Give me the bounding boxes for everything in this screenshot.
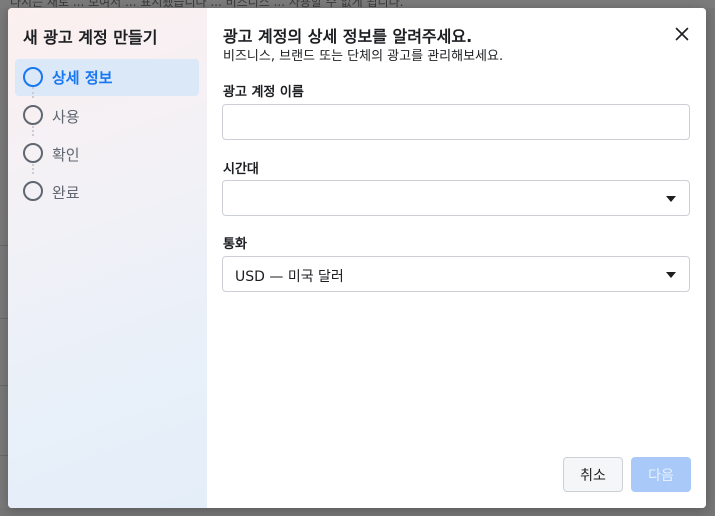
account-name-input[interactable] (223, 105, 689, 139)
step-label: 상세 정보 (52, 69, 113, 87)
page-subtitle: 비즈니스, 브랜드 또는 단체의 광고를 관리해보세요. (223, 49, 504, 64)
step-list: 상세 정보 사용 확인 완료 (15, 59, 199, 211)
step-connector (32, 164, 34, 174)
background-right-edge (706, 8, 715, 508)
caret-down-icon (666, 272, 676, 278)
step-circle-icon (23, 143, 43, 163)
step-details[interactable]: 상세 정보 (15, 59, 199, 96)
step-circle-icon (23, 67, 43, 87)
step-complete[interactable]: 완료 (15, 173, 199, 211)
timezone-label: 시간대 (223, 162, 259, 177)
step-circle-icon (23, 181, 43, 201)
step-label: 사용 (52, 107, 80, 126)
background-top-text: 다시는 새로 ... 보여서 ... 표시됐습니다 ... 비즈니스 ... 사… (0, 0, 715, 8)
details-panel: 광고 계정의 상세 정보를 알려주세요. 비즈니스, 브랜드 또는 단체의 광고… (207, 8, 706, 508)
timezone-select[interactable] (222, 180, 690, 216)
close-button[interactable] (672, 24, 692, 44)
page-title: 광고 계정의 상세 정보를 알려주세요. (223, 27, 473, 46)
caret-down-icon (666, 196, 676, 202)
currency-select[interactable]: USD — 미국 달러 (222, 256, 690, 292)
cancel-button[interactable]: 취소 (563, 457, 623, 492)
close-icon (675, 27, 689, 41)
next-button[interactable]: 다음 (631, 457, 691, 492)
step-usage[interactable]: 사용 (15, 97, 199, 135)
account-name-field[interactable] (222, 104, 690, 140)
background-bottom (0, 508, 715, 516)
step-confirm[interactable]: 확인 (15, 135, 199, 173)
step-connector (32, 87, 34, 98)
step-label: 완료 (52, 183, 80, 202)
currency-value: USD — 미국 달러 (235, 269, 344, 285)
create-ad-account-dialog: 새 광고 계정 만들기 상세 정보 사용 확인 완료 광고 계정의 상세 정보를… (8, 8, 706, 508)
step-label: 확인 (52, 145, 80, 164)
steps-sidebar: 새 광고 계정 만들기 상세 정보 사용 확인 완료 (8, 8, 207, 508)
account-name-label: 광고 계정 이름 (223, 85, 304, 100)
sidebar-title: 새 광고 계정 만들기 (23, 28, 158, 47)
step-circle-icon (23, 105, 43, 125)
currency-label: 통화 (223, 237, 247, 252)
step-connector (32, 126, 34, 136)
